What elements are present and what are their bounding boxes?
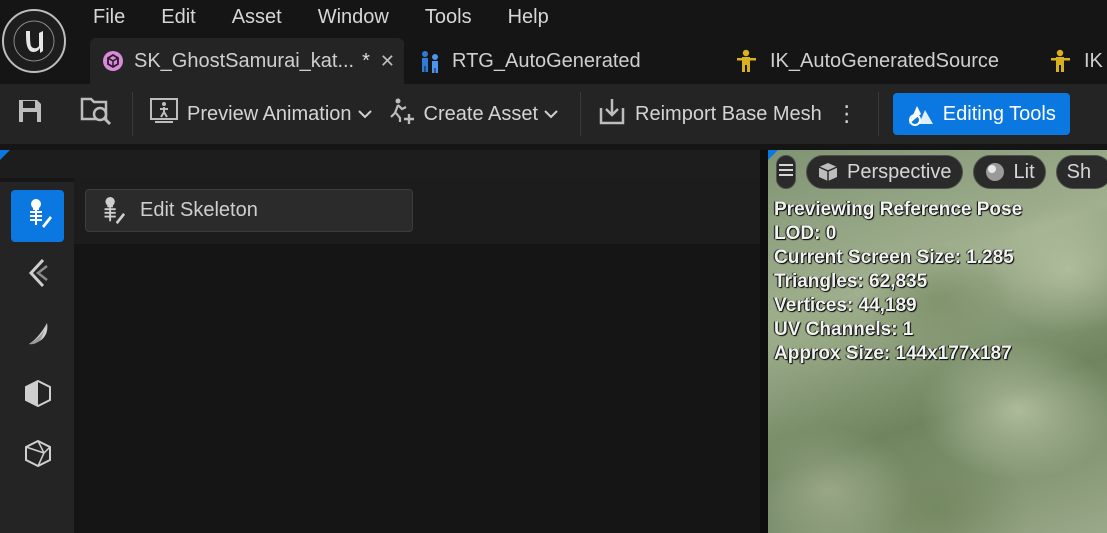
tab-label: RTG_AutoGenerated — [452, 49, 641, 72]
browse-folder-icon — [80, 95, 114, 133]
perspective-button[interactable]: Perspective — [806, 155, 963, 189]
preview-mode-text: Previewing Reference Pose — [774, 199, 1023, 220]
sphere-icon — [984, 161, 1006, 183]
mode-button-4[interactable] — [11, 369, 64, 421]
mode-toolbar — [0, 182, 74, 533]
create-asset-label: Create Asset — [423, 102, 539, 125]
editing-tools-button[interactable]: Editing Tools — [892, 93, 1070, 135]
lit-label: Lit — [1013, 160, 1035, 183]
chevron-down-icon — [544, 106, 558, 122]
panel-focus-corner — [0, 150, 10, 160]
menu-help[interactable]: Help — [490, 0, 567, 36]
skeleton-edit-icon — [23, 198, 53, 235]
menu-window[interactable]: Window — [300, 0, 407, 36]
ik-rig-icon — [734, 48, 760, 74]
edit-skeleton-label: Edit Skeleton — [140, 199, 258, 221]
skeleton-editing-panel: Edit Skeleton — [0, 150, 760, 533]
preview-animation-button[interactable]: Preview Animation — [139, 92, 382, 136]
show-button[interactable]: Sh — [1055, 155, 1107, 189]
tab-retargeter[interactable]: RTG_AutoGenerated — [404, 38, 722, 84]
vertices-text: Vertices: 44,189 — [774, 295, 917, 316]
panel-splitter[interactable] — [760, 150, 768, 533]
ik-rig-icon — [1048, 48, 1074, 74]
viewport-stats-overlay: Previewing Reference Pose LOD: 0 Current… — [774, 198, 1022, 366]
lit-mode-button[interactable]: Lit — [972, 155, 1046, 189]
title-bar: File Edit Asset Window Tools Help SK_Gho… — [0, 0, 1107, 84]
mode-button-5[interactable] — [11, 429, 64, 481]
toolbar-separator — [132, 92, 133, 136]
viewport-menu-button[interactable] — [776, 155, 796, 189]
skeleton-edit-icon — [98, 196, 126, 226]
skeleton-edit-mode-button[interactable] — [11, 190, 64, 242]
reimport-icon — [597, 96, 627, 132]
save-icon — [16, 97, 44, 131]
tab-label: IK_AutoGeneratedSource — [770, 49, 1000, 72]
unsaved-indicator: * — [362, 49, 370, 72]
toolbar-separator — [580, 92, 582, 136]
viewport-toolbar: Perspective Lit Sh — [768, 150, 1107, 194]
crescent-icon — [23, 318, 53, 353]
unreal-logo-icon[interactable] — [2, 9, 66, 73]
perspective-label: Perspective — [847, 160, 952, 183]
editing-tools-label: Editing Tools — [942, 102, 1056, 125]
chevron-down-icon — [357, 106, 372, 122]
retargeter-icon — [416, 48, 442, 74]
menu-asset[interactable]: Asset — [214, 0, 300, 36]
document-tabs: SK_GhostSamurai_kat... * ✕ RTG_AutoGener… — [90, 38, 1107, 84]
menu-edit[interactable]: Edit — [143, 0, 213, 36]
screen-size-text: Current Screen Size: 1.285 — [774, 247, 1014, 268]
tool-content-area: Edit Skeleton — [74, 178, 760, 533]
toolbar-separator — [877, 92, 879, 136]
angle-bracket-icon — [23, 257, 53, 294]
tab-ik-rig-source[interactable]: IK_AutoGeneratedSource — [722, 38, 1036, 84]
save-button[interactable] — [0, 92, 58, 136]
mode-button-3[interactable] — [11, 309, 64, 361]
edit-skeleton-button[interactable]: Edit Skeleton — [85, 189, 413, 232]
preview-viewport[interactable]: Perspective Lit Sh Previewing Reference … — [768, 150, 1107, 533]
skeletal-mesh-icon — [102, 48, 124, 74]
reimport-base-mesh-button[interactable]: Reimport Base Mesh — [587, 92, 832, 136]
approx-size-text: Approx Size: 144x177x187 — [774, 343, 1012, 364]
show-label: Sh — [1066, 160, 1092, 183]
close-tab-icon[interactable]: ✕ — [380, 51, 395, 72]
hamburger-icon — [777, 161, 795, 184]
wireframe-cube-icon — [23, 438, 53, 473]
tab-label: SK_GhostSamurai_kat... — [134, 49, 355, 72]
mode-button-2[interactable] — [11, 249, 64, 301]
more-options-icon[interactable]: ⋮ — [832, 92, 872, 136]
menu-file[interactable]: File — [75, 0, 143, 36]
cube-half-icon — [23, 378, 53, 413]
uv-channels-text: UV Channels: 1 — [774, 319, 914, 340]
panel-header-strip — [0, 150, 760, 178]
tab-label: IK — [1084, 49, 1103, 72]
browse-button[interactable] — [58, 92, 126, 136]
menu-tools[interactable]: Tools — [407, 0, 490, 36]
tab-skeletal-mesh[interactable]: SK_GhostSamurai_kat... * ✕ — [90, 38, 404, 84]
asset-toolbar: Preview Animation Create Asset Reimport … — [0, 84, 1107, 144]
create-asset-button[interactable]: Create Asset — [382, 92, 569, 136]
create-asset-icon — [388, 97, 416, 131]
reimport-label: Reimport Base Mesh — [635, 102, 822, 125]
editing-tools-icon — [905, 100, 935, 128]
menu-bar: File Edit Asset Window Tools Help — [75, 0, 567, 36]
tab-ik-rig[interactable]: IK — [1036, 38, 1107, 84]
cube-icon — [817, 161, 839, 183]
lod-text: LOD: 0 — [774, 223, 837, 244]
tool-header: Edit Skeleton — [74, 178, 760, 244]
preview-animation-icon — [149, 97, 179, 131]
preview-animation-label: Preview Animation — [187, 102, 352, 125]
triangles-text: Triangles: 62,835 — [774, 271, 928, 292]
